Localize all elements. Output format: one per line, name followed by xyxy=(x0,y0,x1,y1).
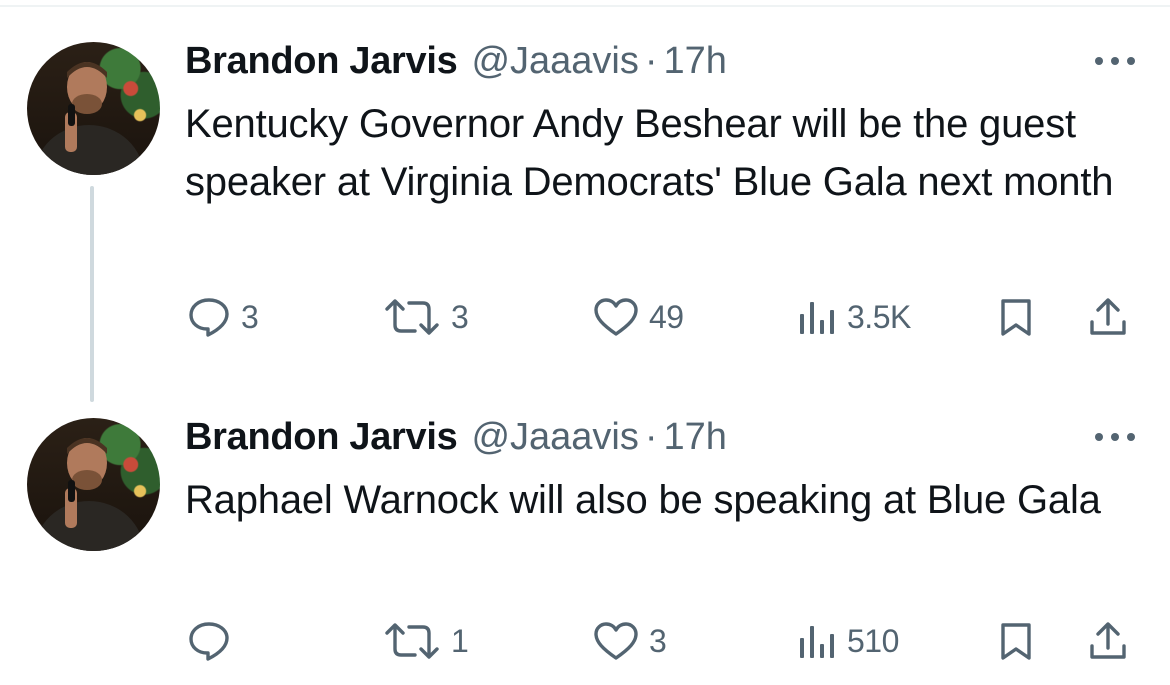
tweet-header: Brandon Jarvis @Jaaavis · 17h xyxy=(185,40,727,84)
tweet-text: Raphael Warnock will also be speaking at… xyxy=(185,478,1101,522)
views-button[interactable]: 510 xyxy=(797,616,899,666)
retweet-count: 1 xyxy=(451,622,469,659)
bookmark-icon xyxy=(1001,623,1031,660)
reply-count: 3 xyxy=(241,298,259,335)
like-count: 49 xyxy=(649,298,684,335)
reply-button[interactable]: 3 xyxy=(187,292,259,342)
view-count: 3.5K xyxy=(847,298,911,335)
retweet-icon xyxy=(385,623,439,659)
more-button[interactable] xyxy=(1090,424,1140,450)
share-button[interactable] xyxy=(1087,616,1129,666)
retweet-button[interactable]: 1 xyxy=(383,616,469,666)
action-bar: 3 3 49 3.5K xyxy=(0,292,1170,342)
more-icon xyxy=(1095,57,1135,65)
reply-icon xyxy=(189,298,229,337)
action-bar: 1 3 510 xyxy=(0,616,1170,666)
bookmark-button[interactable] xyxy=(998,292,1034,342)
reply-icon xyxy=(189,622,229,661)
retweet-count: 3 xyxy=(451,298,469,335)
author-handle[interactable]: @Jaaavis xyxy=(471,416,638,459)
share-icon xyxy=(1090,298,1126,335)
bookmark-button[interactable] xyxy=(998,616,1034,666)
share-icon xyxy=(1090,622,1126,659)
tweet-header: Brandon Jarvis @Jaaavis · 17h xyxy=(185,416,727,460)
heart-icon xyxy=(594,622,638,660)
author-handle[interactable]: @Jaaavis xyxy=(471,40,638,83)
retweet-icon xyxy=(385,299,439,335)
reply-button[interactable] xyxy=(187,616,241,666)
view-count: 510 xyxy=(847,622,899,659)
share-button[interactable] xyxy=(1087,292,1129,342)
author-name[interactable]: Brandon Jarvis xyxy=(185,416,458,459)
author-name[interactable]: Brandon Jarvis xyxy=(185,40,458,83)
views-button[interactable]: 3.5K xyxy=(797,292,911,342)
separator-dot: · xyxy=(644,416,658,458)
more-button[interactable] xyxy=(1090,48,1140,74)
views-icon xyxy=(800,302,834,334)
top-divider xyxy=(0,5,1170,7)
heart-icon xyxy=(594,298,638,336)
timestamp[interactable]: 17h xyxy=(664,40,727,83)
timestamp[interactable]: 17h xyxy=(664,416,727,459)
more-icon xyxy=(1095,433,1135,441)
views-icon xyxy=(800,626,834,658)
like-button[interactable]: 49 xyxy=(593,292,684,342)
retweet-button[interactable]: 3 xyxy=(383,292,469,342)
bookmark-icon xyxy=(1001,299,1031,336)
tweet-text: Kentucky Governor Andy Beshear will be t… xyxy=(185,102,1114,204)
like-count: 3 xyxy=(649,622,667,659)
separator-dot: · xyxy=(644,40,658,82)
like-button[interactable]: 3 xyxy=(593,616,667,666)
avatar[interactable] xyxy=(27,418,160,551)
avatar[interactable] xyxy=(27,42,160,175)
